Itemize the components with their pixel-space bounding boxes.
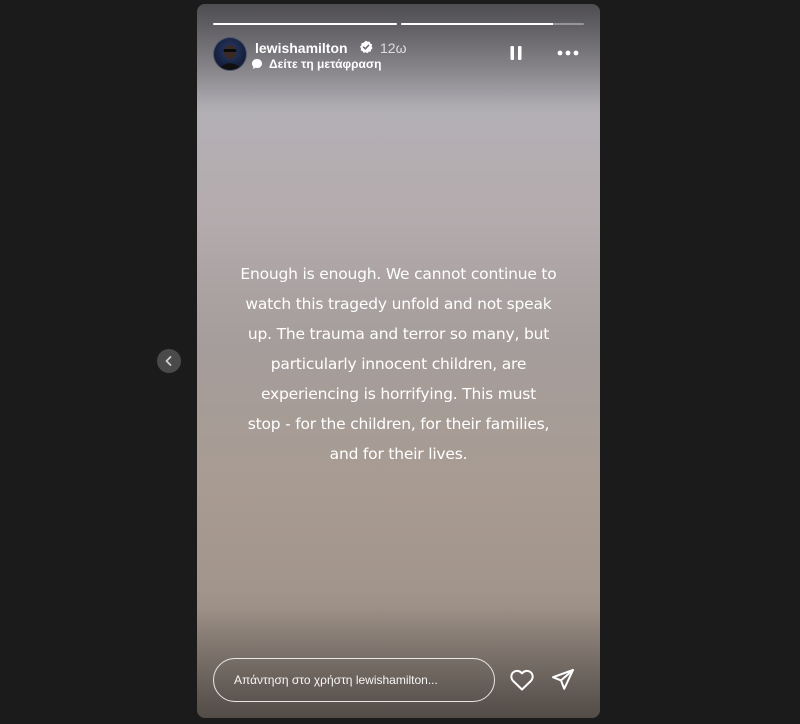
- chevron-left-icon: [165, 356, 172, 366]
- post-timestamp: 12ω: [380, 40, 407, 56]
- progress-segment: [400, 23, 584, 25]
- translate-icon: [252, 59, 262, 69]
- story-card[interactable]: lewishamilton 12ω Δείτε τη μετάφραση Eno…: [197, 4, 600, 718]
- progress-fill: [213, 23, 397, 25]
- progress-segment: [213, 23, 397, 25]
- story-header: lewishamilton 12ω Δείτε τη μετάφραση: [213, 37, 584, 77]
- previous-story-button[interactable]: [157, 349, 181, 373]
- progress-fill: [400, 23, 553, 25]
- heart-icon[interactable]: [509, 668, 535, 692]
- story-text-line: up. The trauma and terror so many, but: [247, 325, 550, 343]
- story-text-line: watch this tragedy unfold and not speak: [245, 295, 552, 313]
- see-translation-link[interactable]: Δείτε τη μετάφραση: [251, 57, 381, 71]
- story-text-line: Enough is enough. We cannot continue to: [240, 265, 557, 283]
- progress-bar: [213, 23, 584, 25]
- see-translation-label: Δείτε τη μετάφραση: [269, 57, 382, 71]
- story-text-line: particularly innocent children, are: [270, 355, 527, 373]
- story-text-line: experiencing is horrifying. This must: [260, 385, 537, 403]
- more-icon[interactable]: [556, 43, 580, 63]
- story-viewer: lewishamilton 12ω Δείτε τη μετάφραση Eno…: [0, 0, 800, 724]
- story-footer: [213, 658, 584, 702]
- story-text-line: and for their lives.: [329, 445, 468, 463]
- send-icon[interactable]: [551, 668, 575, 692]
- verified-badge-icon: [360, 40, 373, 54]
- pause-icon[interactable]: [506, 43, 526, 63]
- story-text-line: stop - for the children, for their famil…: [247, 415, 550, 433]
- avatar-image: [220, 45, 240, 70]
- avatar[interactable]: [213, 37, 247, 71]
- username[interactable]: lewishamilton: [255, 40, 348, 56]
- reply-input[interactable]: [213, 658, 495, 702]
- story-text: Enough is enough. We cannot continue to …: [227, 259, 570, 469]
